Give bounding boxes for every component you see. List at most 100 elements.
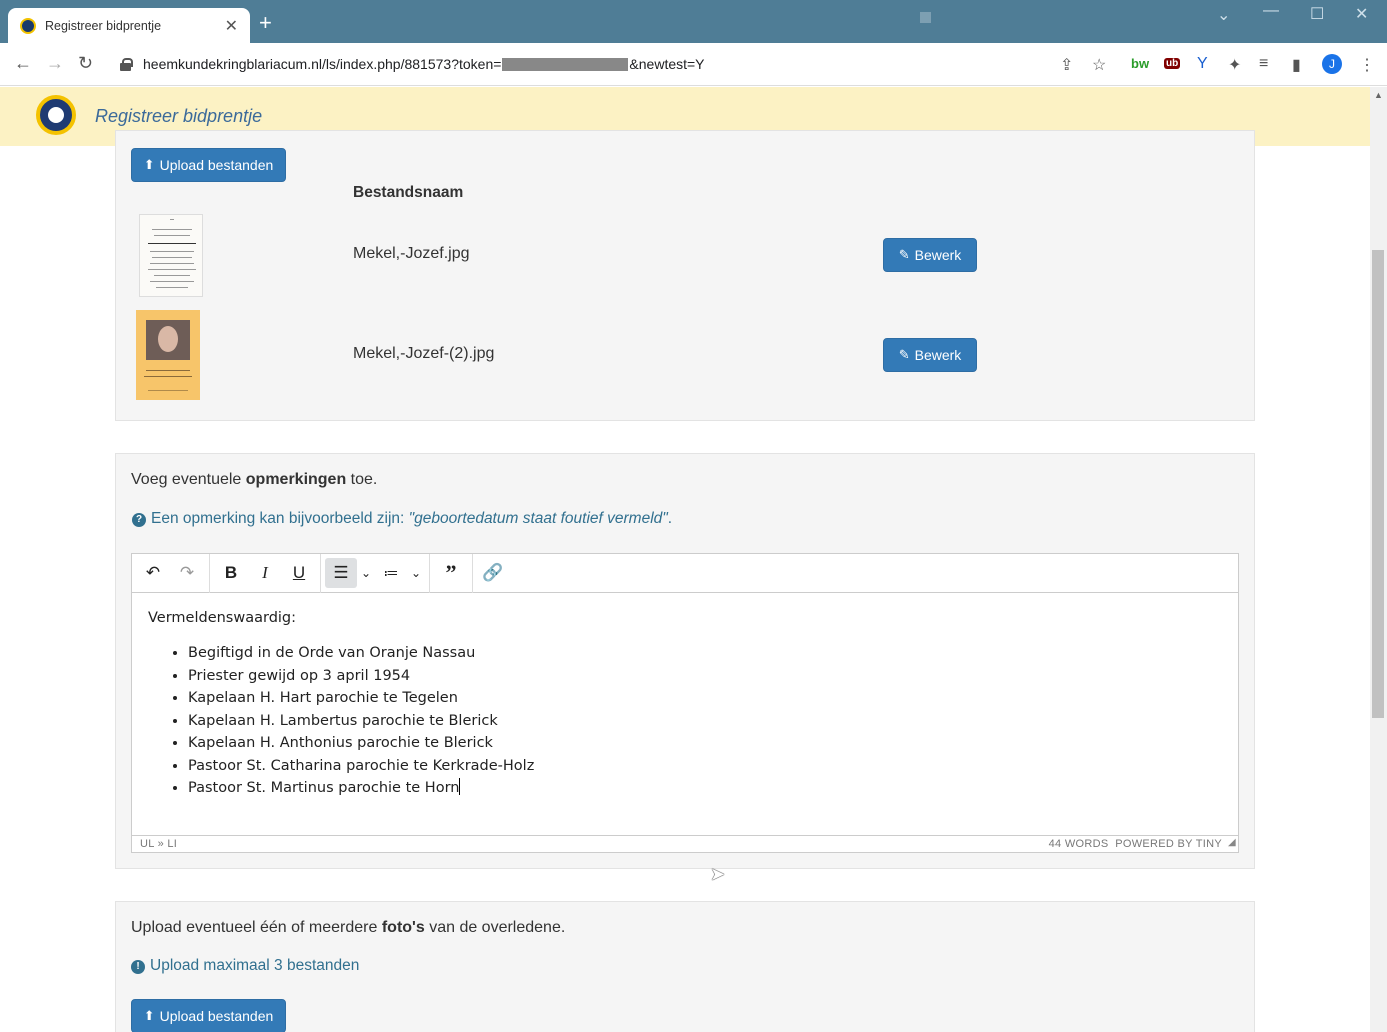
redo-icon[interactable]: ↷ (172, 558, 202, 588)
window-close-icon[interactable]: ✕ (1355, 4, 1368, 24)
editor-content[interactable]: Vermeldenswaardig: Begiftigd in de Orde … (148, 610, 534, 800)
resize-handle-icon[interactable]: ◢ (1228, 837, 1236, 848)
photos-intro-text: Upload eventueel één of meerdere (131, 919, 382, 936)
upload-files-button[interactable]: ⬆ Upload bestanden (131, 148, 286, 182)
url-text: heemkundekringblariacum.nl/ls/index.php/… (143, 56, 705, 72)
remarks-hint-text: Een opmerking kan bijvoorbeeld zijn: (151, 510, 409, 527)
url-prefix: heemkundekringblariacum.nl/ls/index.php/… (143, 56, 502, 72)
photos-limit-note: ! Upload maximaal 3 bestanden (131, 957, 359, 975)
remarks-intro-bold: opmerkingen (245, 471, 347, 488)
list-item: Kapelaan H. Hart parochie te Tegelen (188, 687, 534, 710)
bullet-list-icon[interactable]: ☰ (325, 558, 357, 588)
italic-icon[interactable]: I (250, 558, 280, 588)
portrait-photo (146, 320, 190, 360)
heemkundekring-logo (36, 95, 76, 135)
bullet-list-chevron-down-icon[interactable]: ⌄ (358, 558, 374, 588)
side-panel-icon[interactable]: ▮ (1292, 55, 1301, 75)
close-tab-icon[interactable]: ✕ (225, 16, 238, 36)
undo-icon[interactable]: ↶ (138, 558, 168, 588)
bold-icon[interactable]: B (216, 558, 246, 588)
app-title: Registreer bidprentje (95, 106, 263, 126)
edit-file-button[interactable]: ✎ Bewerk (883, 238, 977, 272)
question-circle-icon: ? (132, 513, 146, 527)
word-count-powered: 44 WORDS POWERED BY TINY (1049, 838, 1222, 850)
blockquote-icon[interactable]: ” (436, 558, 466, 588)
edit-file-button[interactable]: ✎ Bewerk (883, 338, 977, 372)
upload-icon: ⬆ (143, 1008, 155, 1023)
list-item: Kapelaan H. Anthonius parochie te Bleric… (188, 732, 534, 755)
back-arrow-icon[interactable]: ← (14, 53, 32, 74)
element-path[interactable]: UL » LI (140, 838, 177, 850)
maximize-icon[interactable]: ☐ (1310, 4, 1324, 24)
link-icon[interactable]: 🔗 (478, 558, 508, 588)
minimize-icon[interactable]: — (1263, 2, 1279, 20)
editor-bullet-list: Begiftigd in de Orde van Oranje Nassau P… (148, 642, 534, 800)
editor-statusbar: UL » LI 44 WORDS POWERED BY TINY ◢ (132, 835, 1238, 853)
exclamation-circle-icon: ! (131, 960, 145, 974)
list-item: Pastoor St. Martinus parochie te Horn (188, 777, 534, 800)
tab-search-indicator-icon (920, 12, 931, 23)
photos-intro-end: van de overledene. (424, 919, 566, 936)
filename-column-header: Bestandsnaam (353, 184, 464, 201)
photos-intro-bold: foto's (381, 919, 425, 936)
bookmark-star-icon[interactable]: ☆ (1092, 55, 1106, 75)
reload-icon[interactable]: ↻ (78, 53, 93, 74)
ublock-extension-icon[interactable]: ub (1164, 58, 1181, 69)
file-name: Mekel,-Jozef.jpg (353, 245, 470, 262)
forward-arrow-icon[interactable]: → (46, 53, 64, 74)
list-item: Begiftigd in de Orde van Oranje Nassau (188, 642, 534, 665)
extensions-puzzle-icon[interactable]: ✦ (1228, 55, 1241, 75)
browser-toolbar: ← → ↻ heemkundekringblariacum.nl/ls/inde… (0, 43, 1387, 86)
pencil-icon: ✎ (898, 347, 910, 362)
list-item: Kapelaan H. Lambertus parochie te Bleric… (188, 710, 534, 733)
editor-toolbar: ↶ ↷ B I U ☰ ⌄ ≔ ⌄ ” 🔗 (132, 554, 1238, 593)
file-thumbnail-photo (136, 310, 200, 400)
upload-icon: ⬆ (143, 157, 155, 172)
remarks-intro-text: Voeg eventuele (131, 471, 246, 488)
scroll-up-arrow-icon[interactable]: ▲ (1374, 90, 1383, 100)
edit-label: Bewerk (914, 347, 962, 363)
list-item: Priester gewijd op 3 april 1954 (188, 665, 534, 688)
underline-icon[interactable]: U (284, 558, 314, 588)
pencil-icon: ✎ (898, 247, 910, 262)
file-name: Mekel,-Jozef-(2).jpg (353, 345, 495, 362)
file-thumbnail-document (139, 214, 203, 297)
edit-label: Bewerk (914, 247, 962, 263)
remarks-hint-example: "geboortedatum staat foutief vermeld" (408, 510, 668, 527)
address-bar[interactable]: heemkundekringblariacum.nl/ls/index.php/… (110, 49, 1118, 79)
browser-tab[interactable]: Registreer bidprentje ✕ (8, 8, 250, 43)
text-cursor (459, 778, 461, 795)
remarks-intro-end: toe. (346, 471, 378, 488)
remarks-intro: Voeg eventuele opmerkingen toe. (131, 471, 377, 489)
url-suffix: &newtest=Y (629, 56, 705, 72)
tab-list-chevron-icon[interactable]: ⌄ (1217, 5, 1230, 25)
upload-files-label: Upload bestanden (159, 157, 274, 173)
scrollbar-thumb[interactable] (1372, 250, 1384, 718)
list-item-text: Pastoor St. Martinus parochie te Horn (188, 780, 460, 796)
numbered-list-chevron-down-icon[interactable]: ⌄ (408, 558, 424, 588)
tab-title: Registreer bidprentje (45, 18, 162, 33)
profile-avatar[interactable]: J (1322, 54, 1342, 74)
vpn-extension-icon[interactable]: Y (1197, 55, 1208, 73)
numbered-list-icon[interactable]: ≔ (378, 558, 404, 588)
browser-tab-bar: Registreer bidprentje ✕ + ⌄ — ☐ ✕ (0, 0, 1387, 43)
word-count[interactable]: 44 WORDS (1049, 838, 1109, 850)
editor-heading: Vermeldenswaardig: (148, 610, 297, 626)
new-tab-icon[interactable]: + (259, 10, 272, 36)
lock-icon (120, 57, 133, 71)
remarks-hint: ? Een opmerking kan bijvoorbeeld zijn: "g… (132, 510, 672, 528)
upload-photos-label: Upload bestanden (159, 1008, 274, 1024)
share-icon[interactable]: ⇪ (1060, 55, 1073, 75)
site-favicon-icon (20, 17, 36, 34)
powered-by-tiny[interactable]: POWERED BY TINY (1115, 838, 1222, 850)
rich-text-editor[interactable]: ↶ ↷ B I U ☰ ⌄ ≔ ⌄ ” 🔗 Vermeldenswaardig:… (131, 553, 1239, 853)
redacted-token (502, 57, 629, 71)
uploaded-files-panel (115, 130, 1255, 421)
chrome-menu-icon[interactable]: ⋮ (1359, 55, 1375, 75)
photos-intro: Upload eventueel één of meerdere foto's … (131, 919, 565, 937)
media-control-icon[interactable]: ≡ (1259, 55, 1268, 73)
upload-photos-button[interactable]: ⬆ Upload bestanden (131, 999, 286, 1032)
photos-limit-text: Upload maximaal 3 bestanden (150, 957, 360, 974)
bw-extension-icon[interactable]: bw (1131, 56, 1149, 71)
list-item: Pastoor St. Catharina parochie te Kerkra… (188, 755, 534, 778)
